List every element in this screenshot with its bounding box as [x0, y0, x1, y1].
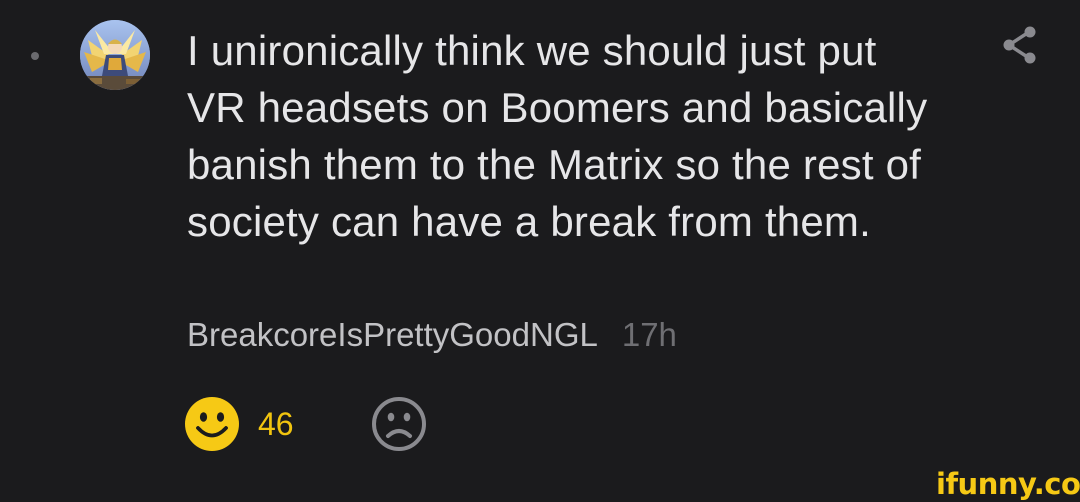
avatar-image [80, 20, 150, 90]
smile-icon[interactable] [184, 396, 240, 452]
watermark-text: ifunny.co [936, 467, 1080, 501]
ifunny-watermark: ifunny.co [936, 468, 1080, 500]
timestamp: 17h [621, 316, 677, 353]
comment-text: I unironically think we should just put … [187, 27, 928, 245]
like-count: 46 [258, 406, 294, 442]
frown-icon[interactable] [371, 396, 427, 452]
avatar[interactable] [80, 20, 150, 90]
comment-meta: BreakcoreIsPrettyGoodNGL 17h [187, 313, 677, 357]
share-icon[interactable] [999, 24, 1041, 66]
username-link[interactable]: BreakcoreIsPrettyGoodNGL [187, 316, 598, 353]
thread-indicator-dot [31, 52, 39, 60]
